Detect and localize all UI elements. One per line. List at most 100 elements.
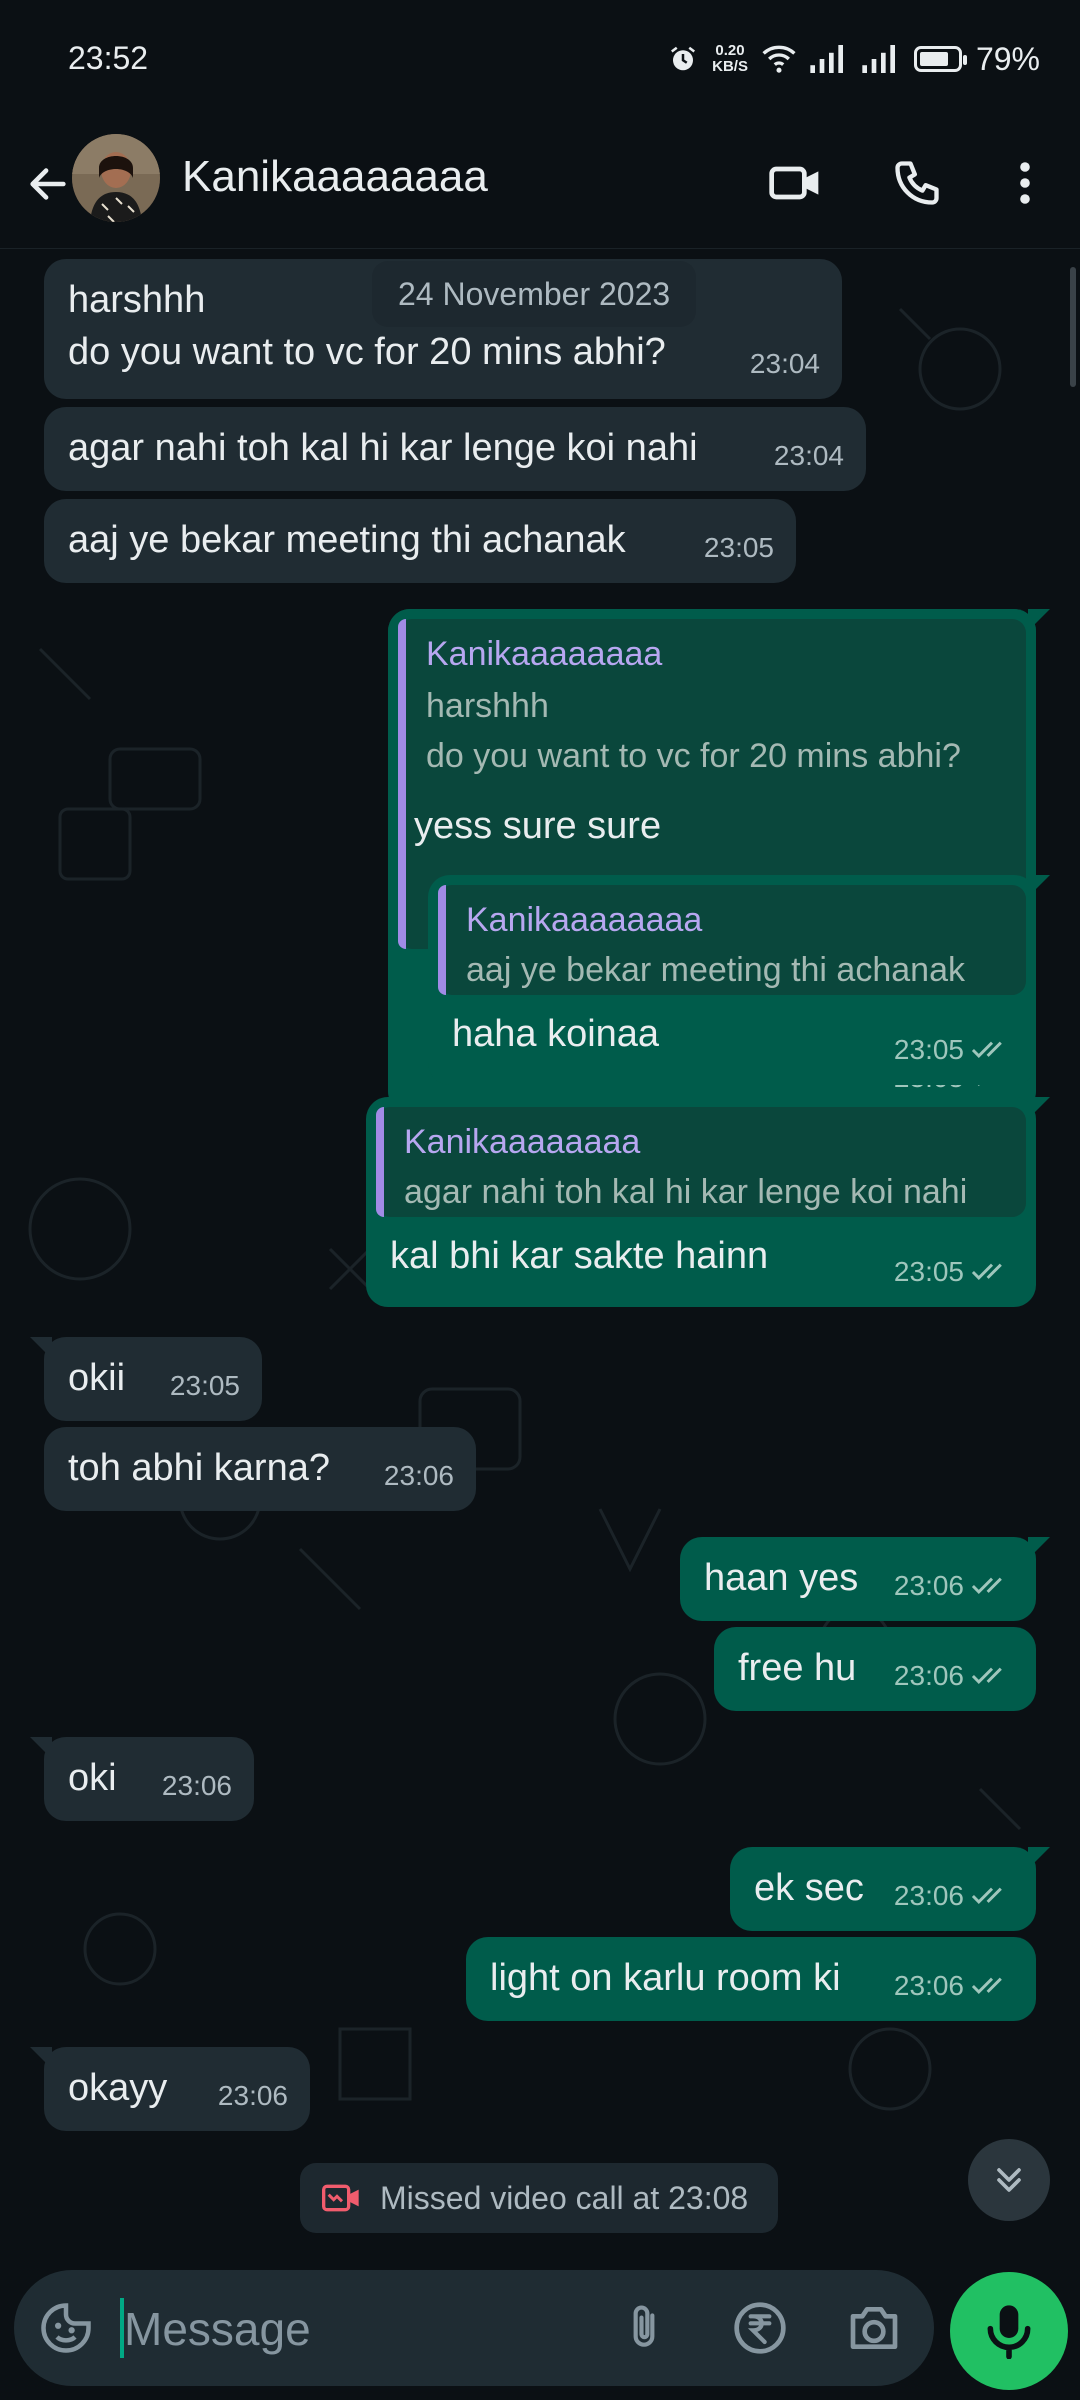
message-time: 23:05 — [894, 1025, 1014, 1075]
double-check-icon — [971, 1577, 1002, 1594]
message-time: 23:06 — [217, 2080, 288, 2111]
message-text: haha koinaa — [452, 1013, 660, 1055]
message-time: 23:06 — [161, 1770, 232, 1801]
reply-quote[interactable]: Kanikaaaaaaaa aaj ye bekar meeting thi a… — [438, 885, 1026, 995]
camera-button[interactable] — [844, 2298, 904, 2358]
message-text: kal bhi kar sakte hainn — [390, 1235, 769, 1277]
phone-icon — [895, 161, 939, 205]
message-text: aaj ye bekar meeting thi achanak — [68, 519, 626, 561]
message-text: harshhh — [68, 279, 206, 321]
message-text: haan yes — [704, 1557, 859, 1599]
battery-percent: 79% — [975, 40, 1040, 77]
payment-button[interactable] — [730, 2298, 790, 2358]
message-incoming[interactable]: okii 23:05 — [30, 1337, 262, 1421]
message-outgoing-reply[interactable]: Kanikaaaaaaaa aaj ye bekar meeting thi a… — [428, 875, 1050, 1085]
status-icons: 0.20 KB/S 79% — [668, 34, 1040, 84]
net-speed: 0.20 KB/S — [712, 43, 748, 75]
message-text: agar nahi toh kal hi kar lenge koi nahi — [68, 427, 698, 469]
message-incoming[interactable]: okayy 23:06 — [30, 2047, 310, 2131]
message-text: light on karlu room ki — [490, 1957, 841, 1999]
voice-message-button[interactable] — [950, 2272, 1068, 2390]
message-time: 23:06 — [383, 1460, 454, 1491]
scroll-to-bottom-button[interactable] — [968, 2139, 1050, 2221]
double-check-icon — [971, 1667, 1002, 1684]
message-outgoing[interactable]: ek sec 23:06 — [730, 1847, 1050, 1931]
voice-call-button[interactable] — [882, 148, 952, 218]
chat-header: Kanikaaaaaaaa — [0, 118, 1080, 249]
message-outgoing[interactable]: free hu 23:06 — [714, 1627, 1036, 1711]
message-time: 23:05 — [169, 1370, 240, 1401]
chat-area[interactable]: harshhh do you want to vc for 20 mins ab… — [0, 249, 1080, 2260]
back-arrow-icon — [30, 168, 66, 200]
double-check-icon — [971, 1041, 1002, 1058]
missed-call-text: Missed video call at 23:08 — [380, 2179, 749, 2216]
quote-author: Kanikaaaaaaaa — [404, 1123, 641, 1161]
message-incoming[interactable]: agar nahi toh kal hi kar lenge koi nahi … — [44, 407, 866, 491]
net-speed-value: 0.20 — [715, 42, 745, 59]
wifi-icon — [762, 45, 796, 73]
more-options-button[interactable] — [990, 148, 1060, 218]
message-text: okayy — [68, 2067, 168, 2109]
message-time-text: 23:05 — [893, 1034, 964, 1065]
message-time: 23:04 — [773, 440, 844, 471]
message-time-text: 23:05 — [893, 1256, 964, 1287]
message-time-text: 23:06 — [893, 1970, 964, 2001]
back-button[interactable] — [18, 154, 78, 214]
message-incoming[interactable]: toh abhi karna? 23:06 — [44, 1427, 476, 1511]
camera-icon — [850, 2307, 898, 2350]
quote-author: Kanikaaaaaaaa — [466, 901, 703, 939]
message-outgoing[interactable]: light on karlu room ki 23:06 — [466, 1937, 1036, 2021]
alarm-icon — [668, 44, 698, 74]
quote-author: Kanikaaaaaaaa — [426, 635, 663, 673]
message-composer — [14, 2270, 934, 2386]
message-time: 23:06 — [894, 1651, 1014, 1701]
attach-icon — [633, 2305, 655, 2347]
message-time: 23:06 — [894, 1871, 1014, 1921]
net-speed-unit: KB/S — [712, 58, 748, 75]
avatar-image — [72, 134, 160, 222]
double-check-icon — [971, 1977, 1002, 1994]
message-time-text: 23:06 — [893, 1880, 964, 1911]
message-time-text: 23:06 — [893, 1660, 964, 1691]
date-chip: 24 November 2023 — [372, 261, 697, 327]
message-text: yess sure sure — [414, 805, 662, 847]
message-outgoing[interactable]: haan yes 23:06 — [680, 1537, 1050, 1621]
more-vert-icon — [1020, 162, 1030, 204]
message-incoming[interactable]: aaj ye bekar meeting thi achanak 23:05 — [44, 499, 796, 583]
double-chevron-down-icon — [997, 2168, 1021, 2192]
contact-name[interactable]: Kanikaaaaaaaa — [182, 152, 488, 202]
message-time: 23:05 — [894, 1247, 1014, 1297]
signal-icon-2 — [862, 45, 900, 73]
quote-accent-bar — [376, 1107, 384, 1217]
quote-text: agar nahi toh kal hi kar lenge koi nahi — [404, 1173, 968, 1211]
battery-level — [919, 52, 948, 66]
video-call-icon — [769, 166, 819, 200]
quote-accent-bar — [398, 619, 406, 949]
message-incoming[interactable]: oki 23:06 — [30, 1737, 254, 1821]
status-time: 23:52 — [68, 40, 149, 76]
quote-text: do you want to vc for 20 mins abhi? — [426, 737, 961, 775]
sticker-button[interactable] — [36, 2298, 96, 2358]
reply-quote[interactable]: Kanikaaaaaaaa agar nahi toh kal hi kar l… — [376, 1107, 1026, 1217]
message-time-text: 23:06 — [893, 1570, 964, 1601]
message-input[interactable] — [122, 2292, 606, 2366]
message-outgoing-reply[interactable]: Kanikaaaaaaaa agar nahi toh kal hi kar l… — [366, 1097, 1050, 1307]
signal-icon — [810, 45, 848, 73]
quote-text: harshhh — [426, 687, 549, 725]
sticker-icon — [41, 2303, 91, 2353]
double-check-icon — [971, 1263, 1002, 1280]
missed-video-call-icon — [322, 2184, 359, 2212]
avatar[interactable] — [72, 134, 160, 222]
message-text: do you want to vc for 20 mins abhi? — [68, 331, 666, 373]
scrollbar[interactable] — [1070, 267, 1076, 387]
quote-accent-bar — [438, 885, 446, 995]
attach-button[interactable] — [614, 2298, 674, 2358]
battery-icon — [913, 46, 967, 72]
message-time: 23:06 — [894, 1561, 1014, 1611]
message-text: ek sec — [754, 1867, 864, 1909]
video-call-button[interactable] — [760, 148, 830, 218]
status-bar: 23:52 0.20 KB/S 79% — [0, 0, 1080, 118]
missed-call-notice[interactable]: Missed video call at 23:08 — [300, 2163, 778, 2233]
message-text: oki — [68, 1757, 117, 1799]
double-check-icon — [971, 1887, 1002, 1904]
